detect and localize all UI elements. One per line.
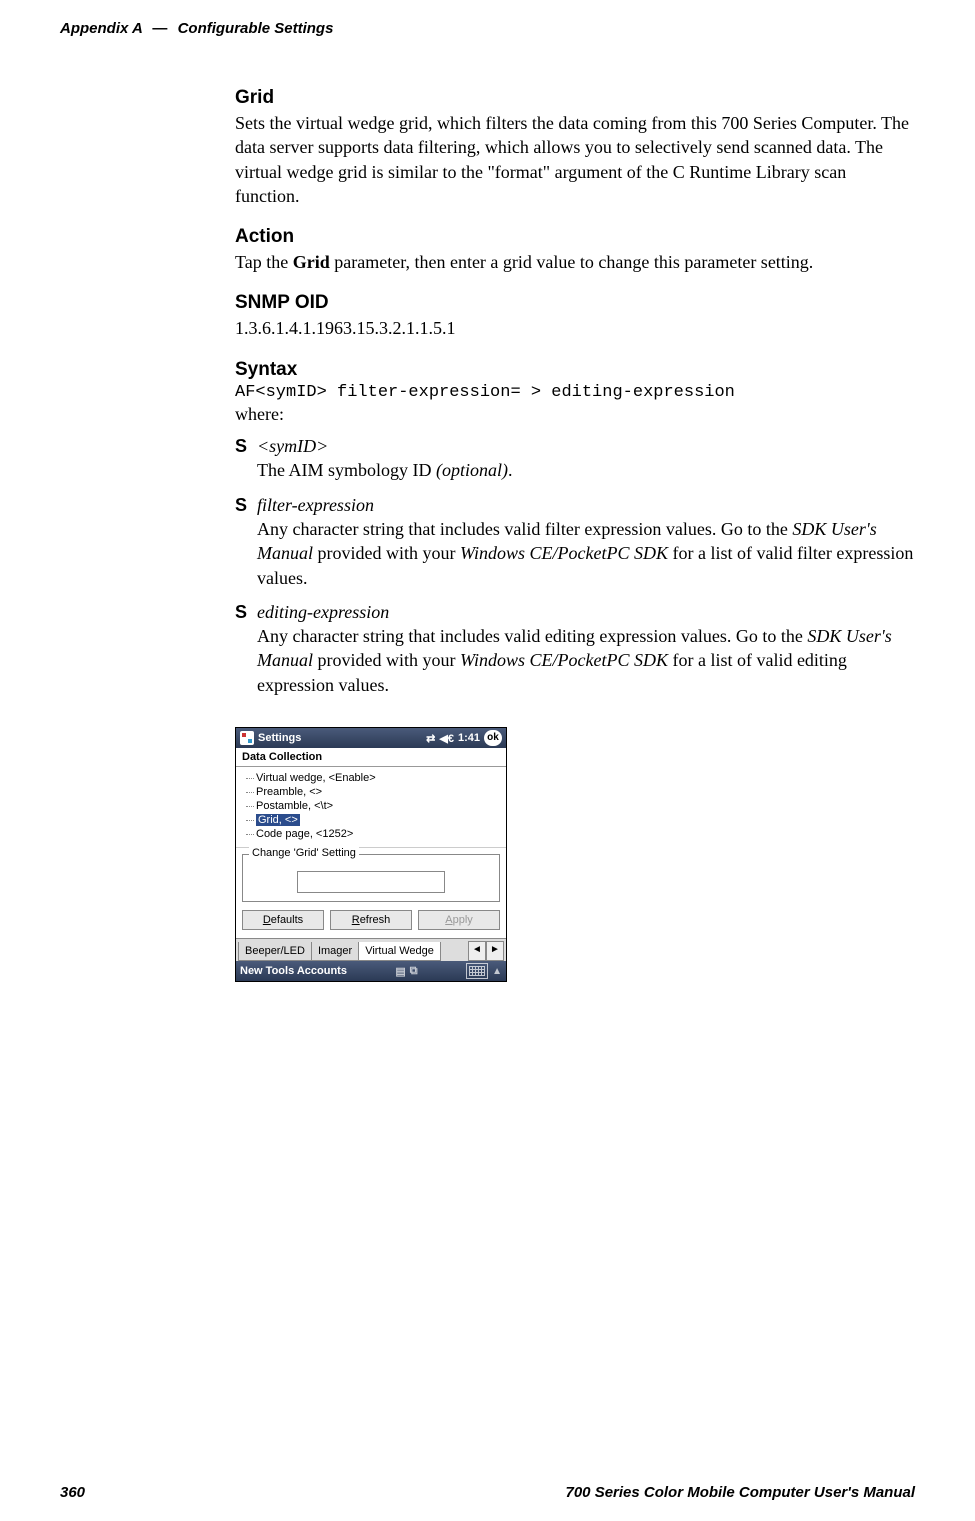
tab-beeper-led[interactable]: Beeper/LED xyxy=(238,942,312,961)
action-bold: Grid xyxy=(293,252,330,272)
heading-snmp: SNMP OID xyxy=(235,292,915,314)
syntax-code: AF<symID> filter-expression= > editing-e… xyxy=(235,383,915,402)
tab-virtual-wedge[interactable]: Virtual Wedge xyxy=(358,942,441,961)
speaker-icon[interactable]: ◀€ xyxy=(439,732,454,745)
page: Appendix A — Configurable Settings Grid … xyxy=(0,0,975,1521)
change-grid-group: Change 'Grid' Setting xyxy=(242,854,500,902)
running-header: Appendix A — Configurable Settings xyxy=(60,20,915,37)
action-post: parameter, then enter a grid value to ch… xyxy=(330,252,814,272)
tab-scroll-left[interactable]: ◄ xyxy=(468,941,486,961)
menu-text[interactable]: New Tools Accounts xyxy=(240,965,347,977)
term-symid: <symID> xyxy=(257,436,328,456)
snmp-value: 1.3.6.1.4.1.1963.15.3.2.1.1.5.1 xyxy=(235,316,915,340)
heading-syntax: Syntax xyxy=(235,359,915,381)
applet-title: Data Collection xyxy=(236,748,506,767)
filter-body-d: Windows CE/PocketPC SDK xyxy=(460,543,668,563)
page-number: 360 xyxy=(60,1484,85,1501)
tree-item-preamble[interactable]: Preamble, <> xyxy=(242,785,500,799)
tree-item-codepage[interactable]: Code page, <1252> xyxy=(242,827,500,841)
edit-body-c: provided with your xyxy=(313,650,460,670)
syntax-where: where: xyxy=(235,402,915,426)
settings-tree: Virtual wedge, <Enable> Preamble, <> Pos… xyxy=(236,767,506,848)
tab-imager[interactable]: Imager xyxy=(311,942,359,961)
window-title: Settings xyxy=(258,732,301,744)
filter-body-a: Any character string that includes valid… xyxy=(257,519,792,539)
action-paragraph: Tap the Grid parameter, then enter a gri… xyxy=(235,250,915,274)
term-filter: filter-expression xyxy=(257,495,374,515)
heading-action: Action xyxy=(235,226,915,248)
symid-body-a: The AIM symbology ID xyxy=(257,460,436,480)
appendix-label: Appendix A xyxy=(60,20,142,37)
doc-icon[interactable]: ▤ xyxy=(395,965,405,978)
symid-body-c: . xyxy=(508,460,513,480)
content: Grid Sets the virtual wedge grid, which … xyxy=(235,87,915,982)
em-dash: — xyxy=(152,20,167,37)
window-titlebar: Settings ⇄ ◀€ 1:41 ok xyxy=(236,728,506,748)
page-footer: 360 700 Series Color Mobile Computer Use… xyxy=(60,1484,915,1501)
header-title: Configurable Settings xyxy=(178,20,334,37)
defaults-button[interactable]: Defaults xyxy=(242,910,324,930)
grid-paragraph: Sets the virtual wedge grid, which filte… xyxy=(235,111,915,208)
tree-item-grid[interactable]: Grid, <> xyxy=(242,813,500,827)
ok-button[interactable]: ok xyxy=(484,730,502,746)
grid-input[interactable] xyxy=(297,871,445,893)
list-item: <symID> The AIM symbology ID (optional). xyxy=(235,434,915,483)
manual-title: 700 Series Color Mobile Computer User's … xyxy=(566,1484,916,1501)
refresh-button[interactable]: Refresh xyxy=(330,910,412,930)
term-editing: editing-expression xyxy=(257,602,389,622)
clock-text: 1:41 xyxy=(458,732,480,744)
filter-body-c: provided with your xyxy=(313,543,460,563)
button-row: Defaults Refresh Apply xyxy=(236,910,506,938)
edit-body-a: Any character string that includes valid… xyxy=(257,626,807,646)
copy-icon[interactable]: ⧉ xyxy=(410,965,418,978)
heading-grid: Grid xyxy=(235,87,915,109)
tree-item-postamble[interactable]: Postamble, <\t> xyxy=(242,799,500,813)
group-legend: Change 'Grid' Setting xyxy=(249,847,359,859)
syntax-list: <symID> The AIM symbology ID (optional).… xyxy=(235,434,915,697)
list-item: editing-expression Any character string … xyxy=(235,600,915,697)
connectivity-icon[interactable]: ⇄ xyxy=(426,732,435,745)
tree-item-virtual-wedge[interactable]: Virtual wedge, <Enable> xyxy=(242,771,500,785)
action-pre: Tap the xyxy=(235,252,293,272)
symid-body-b: (optional) xyxy=(436,460,508,480)
start-icon[interactable] xyxy=(240,731,254,745)
tab-strip: Beeper/LED Imager Virtual Wedge ◄ ► xyxy=(236,938,506,961)
command-bar: New Tools Accounts ▤ ⧉ ▲ xyxy=(236,961,506,981)
keyboard-icon[interactable] xyxy=(466,963,488,979)
edit-body-d: Windows CE/PocketPC SDK xyxy=(460,650,668,670)
device-screenshot: Settings ⇄ ◀€ 1:41 ok Data Collection Vi… xyxy=(235,727,507,982)
tab-scroll-right[interactable]: ► xyxy=(486,941,504,961)
apply-button[interactable]: Apply xyxy=(418,910,500,930)
sip-caret-icon[interactable]: ▲ xyxy=(492,966,502,977)
list-item: filter-expression Any character string t… xyxy=(235,493,915,590)
